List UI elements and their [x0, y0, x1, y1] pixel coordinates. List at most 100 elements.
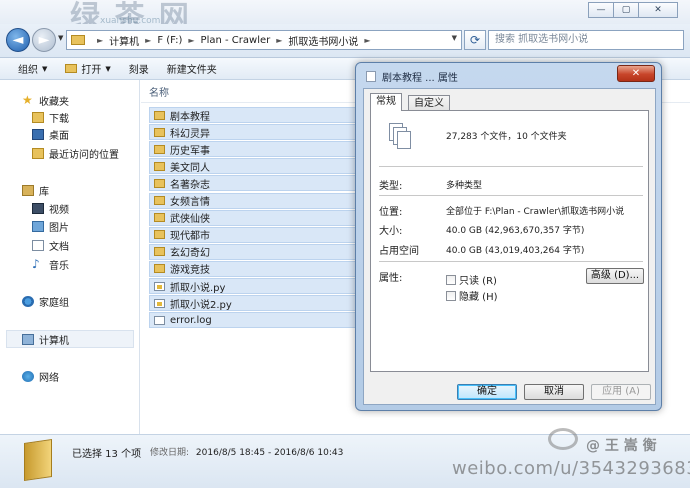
dialog-title: 剧本教程 ... 属性 — [366, 69, 458, 84]
tab-general[interactable]: 常规 — [370, 93, 402, 111]
file-row[interactable]: 现代都市 — [149, 226, 359, 243]
file-name: error.log — [170, 314, 212, 326]
folder-icon — [154, 264, 165, 274]
title-bar: 绿 茶 网 xuanshu.com — ▢ ✕ — [0, 0, 690, 35]
minimize-button[interactable]: — — [588, 2, 614, 18]
recent-pages-dropdown-icon[interactable]: ▼ — [58, 34, 63, 42]
open-label: 打开 — [81, 65, 102, 76]
refresh-button[interactable]: ⟳ — [464, 30, 486, 50]
breadcrumb-current-folder[interactable]: 抓取选书网小说 — [288, 33, 358, 48]
nav-item-network[interactable]: 网络 — [22, 368, 59, 384]
modified-date: 修改日期: 2016/8/5 18:45 - 2016/8/6 10:43 — [150, 445, 343, 458]
file-row[interactable]: error.log — [149, 312, 359, 329]
nav-item-homegroup[interactable]: 家庭组 — [22, 293, 69, 309]
chevron-down-icon: ▼ — [42, 64, 48, 73]
nav-label: 最近访问的位置 — [49, 149, 119, 161]
address-dropdown-icon[interactable]: ▼ — [452, 34, 457, 42]
breadcrumb-computer[interactable]: 计算机 — [109, 33, 139, 48]
file-row[interactable]: 历史军事 — [149, 141, 359, 158]
file-name: 抓取小说.py — [170, 282, 226, 294]
nav-item-downloads[interactable]: 下载 — [32, 109, 69, 125]
file-row[interactable]: 科幻灵异 — [149, 124, 359, 141]
file-name: 玄幻奇幻 — [170, 248, 210, 260]
selection-count: 已选择 13 个项 — [72, 449, 142, 460]
nav-item-pictures[interactable]: 图片 — [32, 218, 69, 234]
nav-item-libraries[interactable]: 库 — [22, 182, 49, 198]
checkbox-box[interactable] — [446, 290, 456, 301]
breadcrumb-plan-crawler[interactable]: Plan - Crawler — [201, 35, 271, 46]
file-row[interactable]: 武侠仙侠 — [149, 209, 359, 226]
file-name: 历史军事 — [170, 145, 210, 157]
column-header-name[interactable]: 名称 — [149, 84, 169, 99]
downloads-icon — [32, 111, 44, 123]
text-file-icon — [154, 315, 165, 325]
documents-icon — [32, 239, 44, 251]
modified-date-label: 修改日期: — [150, 448, 190, 458]
file-name: 抓取小说2.py — [170, 299, 232, 311]
file-row[interactable]: 抓取小说2.py — [149, 295, 359, 312]
advanced-button[interactable]: 高级 (D)... — [586, 268, 644, 284]
ok-button[interactable]: 确定 — [457, 384, 517, 400]
organize-menu[interactable]: 组织 ▼ — [18, 61, 48, 77]
dialog-close-button[interactable]: ✕ — [617, 65, 655, 82]
python-file-icon — [154, 281, 165, 291]
chevron-right-icon[interactable]: ► — [188, 36, 194, 45]
new-folder-button[interactable]: 新建文件夹 — [167, 61, 217, 76]
nav-label: 图片 — [49, 222, 69, 234]
file-row[interactable]: 名著杂志 — [149, 175, 359, 192]
star-icon: ★ — [22, 92, 33, 107]
tab-custom[interactable]: 自定义 — [408, 95, 450, 111]
maximize-button[interactable]: ▢ — [613, 2, 639, 18]
multiple-files-icon — [389, 123, 411, 151]
file-row[interactable]: 剧本教程 — [149, 107, 359, 123]
recent-places-icon — [32, 147, 44, 159]
readonly-checkbox[interactable]: 只读 (R) — [446, 272, 497, 287]
file-name: 剧本教程 — [170, 111, 210, 123]
nav-label: 下载 — [49, 113, 69, 125]
folder-icon — [154, 161, 165, 171]
computer-icon — [22, 333, 34, 345]
nav-item-favorites[interactable]: ★ 收藏夹 — [22, 92, 69, 108]
address-bar[interactable]: ► 计算机 ► F (F:) ► Plan - Crawler ► 抓取选书网小… — [66, 30, 462, 50]
file-row[interactable]: 玄幻奇幻 — [149, 243, 359, 260]
file-row[interactable]: 女频言情 — [149, 192, 359, 209]
nav-label: 桌面 — [49, 130, 69, 142]
chevron-right-icon[interactable]: ► — [97, 36, 103, 45]
divider — [379, 261, 643, 262]
video-icon — [32, 202, 44, 214]
file-row[interactable]: 美文同人 — [149, 158, 359, 175]
file-row[interactable]: 抓取小说.py — [149, 278, 359, 294]
chevron-right-icon[interactable]: ► — [364, 36, 370, 45]
desktop-icon — [32, 128, 44, 140]
nav-item-documents[interactable]: 文档 — [32, 237, 69, 253]
organize-label: 组织 — [18, 65, 38, 76]
hidden-checkbox[interactable]: 隐藏 (H) — [446, 288, 498, 303]
chevron-right-icon[interactable]: ► — [276, 36, 282, 45]
close-window-button[interactable]: ✕ — [638, 2, 678, 18]
nav-item-recent-places[interactable]: 最近访问的位置 — [32, 145, 119, 161]
forward-button[interactable]: ► — [32, 28, 56, 52]
dialog-title-text: 剧本教程 ... 属性 — [382, 73, 458, 84]
size-label: 大小: — [379, 226, 403, 237]
back-button[interactable]: ◄ — [6, 28, 30, 52]
nav-label: 库 — [39, 186, 49, 198]
nav-item-desktop[interactable]: 桌面 — [32, 126, 69, 142]
file-row[interactable]: 游戏竞技 — [149, 260, 359, 277]
chevron-right-icon[interactable]: ► — [145, 36, 151, 45]
file-name: 游戏竞技 — [170, 265, 210, 277]
breadcrumb-drive[interactable]: F (F:) — [157, 35, 182, 46]
nav-item-music[interactable]: ♪ 音乐 — [32, 256, 69, 272]
nav-label: 文档 — [49, 241, 69, 253]
divider — [379, 166, 643, 167]
address-row: ◄ ► ▼ ► 计算机 ► F (F:) ► Plan - Crawler ► … — [0, 24, 690, 58]
cancel-button[interactable]: 取消 — [524, 384, 584, 400]
type-label: 类型: — [379, 181, 403, 192]
nav-item-computer[interactable]: 计算机 — [22, 331, 69, 347]
open-button[interactable]: 打开 ▼ — [65, 61, 111, 76]
checkbox-box[interactable] — [446, 274, 456, 285]
burn-button[interactable]: 刻录 — [129, 61, 149, 76]
nav-item-videos[interactable]: 视频 — [32, 200, 69, 216]
apply-button: 应用 (A) — [591, 384, 651, 400]
search-input[interactable]: 搜索 抓取选书网小说 — [488, 30, 684, 50]
homegroup-icon — [22, 295, 34, 307]
